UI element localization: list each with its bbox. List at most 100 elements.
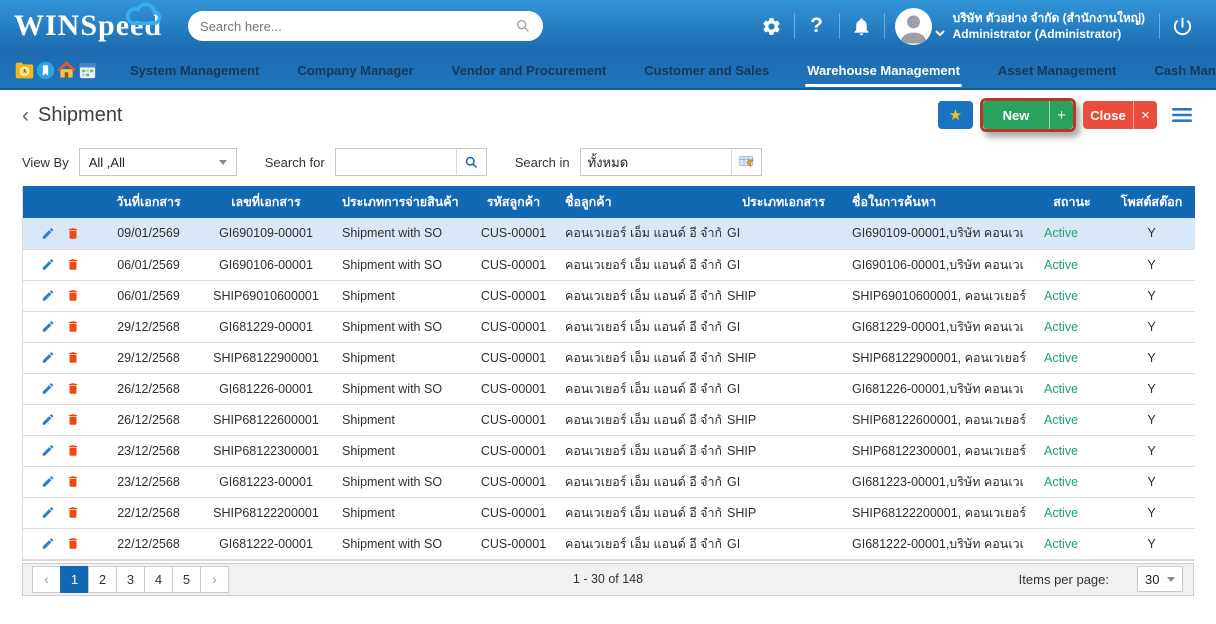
search-in-filter-button[interactable] [731,149,761,175]
account-info[interactable]: บริษัท ตัวอย่าง จำกัด (สำนักงานใหญ่) Adm… [953,10,1145,42]
recent-files-button[interactable] [14,55,35,85]
row-actions [23,466,101,497]
new-button-label: New [983,101,1049,129]
next-page-button[interactable]: › [200,566,229,593]
user-role: Administrator (Administrator) [953,26,1145,42]
app-logo[interactable]: WINSpeed [14,9,162,43]
cell-search-name: GI681223-00001,บริษัท คอนเวเ [846,466,1036,497]
list-menu-button[interactable] [1170,105,1194,125]
table-row[interactable]: 23/12/2568GI681223-00001Shipment with SO… [23,466,1195,497]
edit-icon[interactable] [41,257,55,272]
table-row[interactable]: 29/12/2568GI681229-00001Shipment with SO… [23,311,1195,342]
delete-icon[interactable] [66,257,80,272]
nav-item-customer-and-sales[interactable]: Customer and Sales [644,63,769,78]
edit-icon[interactable] [41,288,55,303]
chevron-down-icon [219,160,227,165]
edit-icon[interactable] [41,443,55,458]
delete-icon[interactable] [66,536,80,551]
table-row[interactable]: 06/01/2569SHIP69010600001ShipmentCUS-000… [23,280,1195,311]
edit-icon[interactable] [41,319,55,334]
cell-issue-type: Shipment with SO [336,311,466,342]
back-chevron-icon[interactable]: ‹ [22,105,29,126]
cell-search-name: SHIP68122300001, คอนเวเยอร์ [846,435,1036,466]
column-header[interactable]: สถานะ [1036,186,1108,218]
column-header[interactable]: โพสต์สต๊อก [1108,186,1195,218]
items-per-page-select[interactable]: 30 [1137,566,1183,592]
cell-doc-no: SHIP69010600001 [196,280,336,311]
column-header[interactable]: ประเภทเอกสาร [721,186,846,218]
delete-icon[interactable] [66,319,80,334]
delete-icon[interactable] [66,226,80,241]
delete-icon[interactable] [66,288,80,303]
table-row[interactable]: 22/12/2568GI681222-00001Shipment with SO… [23,528,1195,559]
cell-post-stock: Y [1108,528,1195,559]
global-search-input[interactable] [200,19,515,34]
cell-doc-type: SHIP [721,404,846,435]
table-row[interactable]: 26/12/2568GI681226-00001Shipment with SO… [23,373,1195,404]
delete-icon[interactable] [66,474,80,489]
favorite-button[interactable]: ★ [938,101,973,129]
column-header[interactable]: ชื่อในการค้นหา [846,186,1036,218]
edit-icon[interactable] [41,350,55,365]
settings-button[interactable] [752,6,792,46]
help-icon: ? [810,14,823,38]
column-header[interactable]: รหัสลูกค้า [466,186,561,218]
column-header[interactable]: วันที่เอกสาร [101,186,196,218]
prev-page-button[interactable]: ‹ [32,566,61,593]
search-for-button[interactable] [456,149,486,175]
close-x-icon[interactable]: × [1133,101,1157,129]
table-row[interactable]: 29/12/2568SHIP68122900001ShipmentCUS-000… [23,342,1195,373]
page-button-1[interactable]: 1 [60,566,89,593]
delete-icon[interactable] [66,412,80,427]
page-button-3[interactable]: 3 [116,566,145,593]
delete-icon[interactable] [66,443,80,458]
nav-item-warehouse-management[interactable]: Warehouse Management [807,63,960,78]
table-row[interactable]: 06/01/2569GI690106-00001Shipment with SO… [23,249,1195,280]
edit-icon[interactable] [41,381,55,396]
chevron-down-icon[interactable] [935,30,945,37]
edit-icon[interactable] [41,412,55,427]
column-header[interactable]: เลขที่เอกสาร [196,186,336,218]
delete-icon[interactable] [66,505,80,520]
column-header[interactable]: ชื่อลูกค้า [561,186,721,218]
global-search[interactable] [188,11,543,41]
nav-item-system-management[interactable]: System Management [130,63,259,78]
delete-icon[interactable] [66,350,80,365]
cell-doc-type: SHIP [721,280,846,311]
cell-doc-no: GI690109-00001 [196,218,336,249]
star-icon: ★ [949,108,962,123]
table-row[interactable]: 09/01/2569GI690109-00001Shipment with SO… [23,218,1195,249]
avatar[interactable] [895,8,932,45]
search-in-input[interactable] [581,149,731,175]
new-button[interactable]: New + [983,101,1073,129]
cell-cust-name: คอนเวเยอร์ เอ็ม แอนด์ อี จำกัด [561,466,721,497]
table-row[interactable]: 26/12/2568SHIP68122600001ShipmentCUS-000… [23,404,1195,435]
edit-icon[interactable] [41,226,55,241]
nav-item-vendor-and-procurement[interactable]: Vendor and Procurement [452,63,607,78]
home-button[interactable] [56,55,77,85]
page-button-5[interactable]: 5 [172,566,201,593]
edit-icon[interactable] [41,474,55,489]
page-button-4[interactable]: 4 [144,566,173,593]
edit-icon[interactable] [41,505,55,520]
calendar-button[interactable] [77,55,98,85]
search-for-input[interactable] [336,149,456,175]
view-by-select[interactable]: All ,All [79,148,237,176]
table-row[interactable]: 22/12/2568SHIP68122200001ShipmentCUS-000… [23,497,1195,528]
notifications-button[interactable] [842,6,882,46]
column-header[interactable]: ประเภทการจ่ายสินค้า [336,186,466,218]
edit-icon[interactable] [41,536,55,551]
delete-icon[interactable] [66,381,80,396]
bookmarks-button[interactable] [35,55,56,85]
table-row[interactable]: 23/12/2568SHIP68122300001ShipmentCUS-000… [23,435,1195,466]
items-per-page-value: 30 [1145,572,1159,587]
nav-item-cash-management[interactable]: Cash Management [1154,63,1216,78]
logout-button[interactable] [1162,6,1202,46]
nav-item-asset-management[interactable]: Asset Management [998,63,1116,78]
help-button[interactable]: ? [797,6,837,46]
close-button[interactable]: Close × [1083,101,1157,129]
page-title: Shipment [38,104,123,127]
page-button-2[interactable]: 2 [88,566,117,593]
plus-icon[interactable]: + [1049,101,1073,129]
nav-item-company-manager[interactable]: Company Manager [297,63,413,78]
